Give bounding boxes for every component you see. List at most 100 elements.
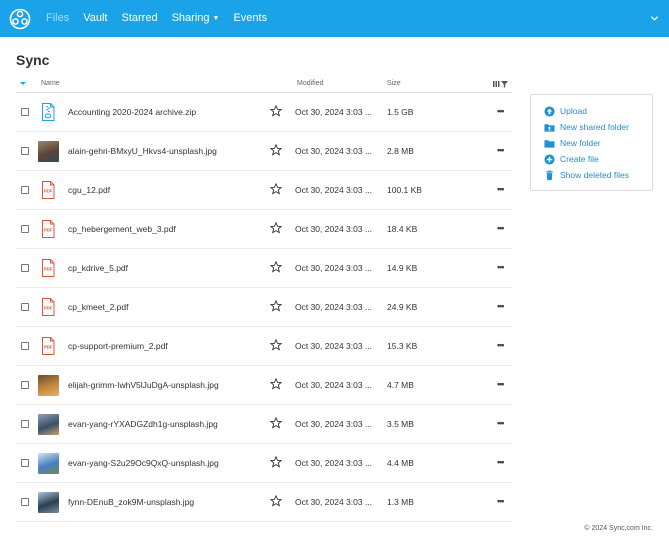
new-folder-action[interactable]: New folder xyxy=(544,137,652,153)
svg-text:PDF: PDF xyxy=(44,306,53,311)
image-thumbnail xyxy=(38,453,59,474)
create-file-icon xyxy=(544,154,555,165)
column-header-modified[interactable]: Modified xyxy=(297,80,323,87)
column-filter-icon[interactable] xyxy=(493,80,509,90)
more-options-icon[interactable]: ••• xyxy=(497,418,505,428)
table-row[interactable]: PDF cp-support-premium_2.pdf Oct 30, 202… xyxy=(16,327,512,366)
table-row[interactable]: PDF cp_kdrive_5.pdf Oct 30, 2024 3:03 ..… xyxy=(16,249,512,288)
star-icon[interactable] xyxy=(270,261,282,273)
table-row[interactable]: fynn-DEnuB_zok9M-unsplash.jpg Oct 30, 20… xyxy=(16,483,512,522)
row-checkbox[interactable] xyxy=(21,108,29,116)
more-options-icon[interactable]: ••• xyxy=(497,496,505,506)
star-icon[interactable] xyxy=(270,144,282,156)
file-name[interactable]: elijah-grimm-IwhV5lJuDgA-unsplash.jpg xyxy=(68,380,219,390)
row-checkbox[interactable] xyxy=(21,381,29,389)
modified-date: Oct 30, 2024 3:03 ... xyxy=(295,224,373,234)
sort-arrow-icon[interactable] xyxy=(20,82,26,85)
star-icon[interactable] xyxy=(270,456,282,468)
modified-date: Oct 30, 2024 3:03 ... xyxy=(295,380,373,390)
modified-date: Oct 30, 2024 3:03 ... xyxy=(295,458,373,468)
file-name[interactable]: cp_kmeet_2.pdf xyxy=(68,302,128,312)
file-name[interactable]: cgu_12.pdf xyxy=(68,185,110,195)
file-size: 2.8 MB xyxy=(387,146,414,156)
row-checkbox[interactable] xyxy=(21,459,29,467)
nav-starred-label: Starred xyxy=(121,12,158,24)
chevron-down-icon[interactable] xyxy=(650,14,659,23)
nav-vault-label: Vault xyxy=(83,12,108,24)
pdf-file-icon: PDF xyxy=(42,181,55,199)
nav-files[interactable]: Files xyxy=(46,0,69,37)
table-row[interactable]: alain-gehri-BMxyU_Hkvs4-unsplash.jpg Oct… xyxy=(16,132,512,171)
star-icon[interactable] xyxy=(270,378,282,390)
more-options-icon[interactable]: ••• xyxy=(497,106,505,116)
more-options-icon[interactable]: ••• xyxy=(497,223,505,233)
row-checkbox[interactable] xyxy=(21,147,29,155)
star-icon[interactable] xyxy=(270,222,282,234)
upload-label: Upload xyxy=(560,106,587,116)
file-size: 15.3 KB xyxy=(387,341,418,351)
upload-cloud-icon xyxy=(544,106,555,117)
nav-events-label: Events xyxy=(233,12,268,24)
table-row[interactable]: PDF cgu_12.pdf Oct 30, 2024 3:03 ... 100… xyxy=(16,171,512,210)
row-checkbox[interactable] xyxy=(21,303,29,311)
image-thumbnail xyxy=(38,141,59,162)
more-options-icon[interactable]: ••• xyxy=(497,340,505,350)
footer-copyright: © 2024 Sync.com Inc. xyxy=(584,525,653,532)
row-checkbox[interactable] xyxy=(21,225,29,233)
file-name[interactable]: fynn-DEnuB_zok9M-unsplash.jpg xyxy=(68,497,194,507)
table-row[interactable]: evan-yang-rYXADGZdh1g-unsplash.jpg Oct 3… xyxy=(16,405,512,444)
table-row[interactable]: evan-yang-S2u29Oc9QxQ-unsplash.jpg Oct 3… xyxy=(16,444,512,483)
more-options-icon[interactable]: ••• xyxy=(497,184,505,194)
file-name[interactable]: evan-yang-rYXADGZdh1g-unsplash.jpg xyxy=(68,419,218,429)
nav-events[interactable]: Events xyxy=(233,0,267,37)
star-icon[interactable] xyxy=(270,417,282,429)
more-options-icon[interactable]: ••• xyxy=(497,379,505,389)
table-row[interactable]: PDF cp_hebergement_web_3.pdf Oct 30, 202… xyxy=(16,210,512,249)
nav-sharing[interactable]: Sharing ▼ xyxy=(172,0,220,37)
file-name[interactable]: cp_hebergement_web_3.pdf xyxy=(68,224,176,234)
show-deleted-files-action[interactable]: Show deleted files xyxy=(544,169,652,185)
column-header-size[interactable]: Size xyxy=(387,80,401,87)
file-name[interactable]: Accounting 2020-2024 archive.zip xyxy=(68,107,196,117)
upload-action[interactable]: Upload xyxy=(544,105,652,121)
more-options-icon[interactable]: ••• xyxy=(497,262,505,272)
row-checkbox[interactable] xyxy=(21,420,29,428)
image-thumbnail xyxy=(38,492,59,513)
pdf-file-icon: PDF xyxy=(42,298,55,316)
nav-vault[interactable]: Vault xyxy=(83,0,107,37)
create-file-action[interactable]: Create file xyxy=(544,153,652,169)
row-checkbox[interactable] xyxy=(21,342,29,350)
table-row[interactable]: PDF cp_kmeet_2.pdf Oct 30, 2024 3:03 ...… xyxy=(16,288,512,327)
new-shared-folder-action[interactable]: New shared folder xyxy=(544,121,652,137)
modified-date: Oct 30, 2024 3:03 ... xyxy=(295,185,373,195)
row-checkbox[interactable] xyxy=(21,498,29,506)
image-thumbnail xyxy=(38,375,59,396)
star-icon[interactable] xyxy=(270,300,282,312)
file-name[interactable]: cp_kdrive_5.pdf xyxy=(68,263,128,273)
row-checkbox[interactable] xyxy=(21,186,29,194)
pdf-file-icon: PDF xyxy=(42,337,55,355)
table-row[interactable]: Accounting 2020-2024 archive.zip Oct 30,… xyxy=(16,93,512,132)
more-options-icon[interactable]: ••• xyxy=(497,457,505,467)
table-row[interactable]: elijah-grimm-IwhV5lJuDgA-unsplash.jpg Oc… xyxy=(16,366,512,405)
row-checkbox[interactable] xyxy=(21,264,29,272)
file-name[interactable]: cp-support-premium_2.pdf xyxy=(68,341,168,351)
star-icon[interactable] xyxy=(270,339,282,351)
column-header-name[interactable]: Name xyxy=(41,80,60,87)
file-size: 1.3 MB xyxy=(387,497,414,507)
modified-date: Oct 30, 2024 3:03 ... xyxy=(295,107,373,117)
file-name[interactable]: alain-gehri-BMxyU_Hkvs4-unsplash.jpg xyxy=(68,146,217,156)
file-table: Name Modified Size Accounting 2020-2024 … xyxy=(16,76,512,522)
more-options-icon[interactable]: ••• xyxy=(497,145,505,155)
modified-date: Oct 30, 2024 3:03 ... xyxy=(295,146,373,156)
more-options-icon[interactable]: ••• xyxy=(497,301,505,311)
star-icon[interactable] xyxy=(270,495,282,507)
svg-text:PDF: PDF xyxy=(44,228,53,233)
star-icon[interactable] xyxy=(270,183,282,195)
main-nav: Files Vault Starred Sharing ▼ Events xyxy=(46,0,281,37)
file-size: 3.5 MB xyxy=(387,419,414,429)
star-icon[interactable] xyxy=(270,105,282,117)
file-name[interactable]: evan-yang-S2u29Oc9QxQ-unsplash.jpg xyxy=(68,458,219,468)
nav-starred[interactable]: Starred xyxy=(122,0,158,37)
sync-logo-icon[interactable] xyxy=(9,8,31,30)
